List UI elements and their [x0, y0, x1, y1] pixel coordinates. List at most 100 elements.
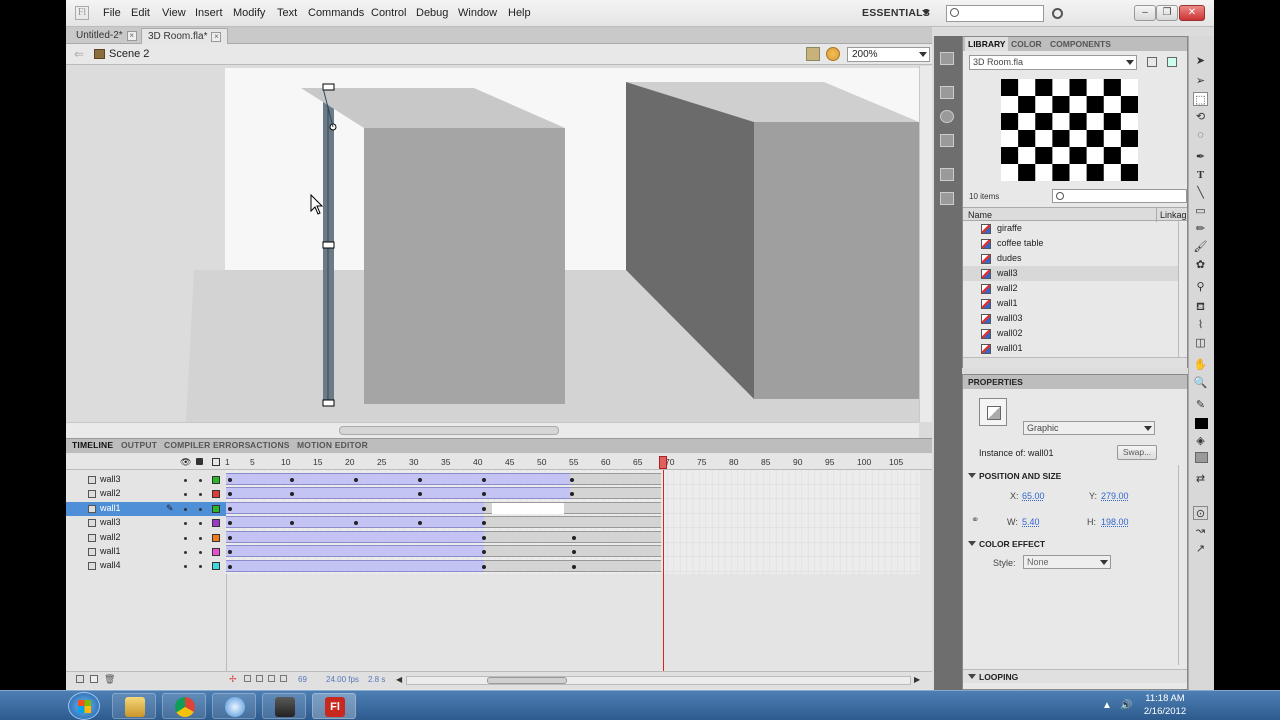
info-panel-icon[interactable]: [940, 110, 954, 123]
pin-icon[interactable]: [1147, 57, 1157, 67]
tab-motion-editor[interactable]: MOTION EDITOR: [297, 440, 368, 450]
keyframe[interactable]: [482, 478, 486, 482]
delete-icon[interactable]: 🗑: [104, 674, 115, 685]
menu-commands[interactable]: Commands: [308, 7, 364, 19]
menu-insert[interactable]: Insert: [195, 7, 223, 19]
lock-icon[interactable]: [196, 458, 203, 465]
outline-color[interactable]: [212, 534, 220, 542]
new-folder-icon[interactable]: [90, 675, 98, 683]
close-button[interactable]: ✕: [1179, 5, 1205, 21]
keyframe[interactable]: [290, 478, 294, 482]
tab-output[interactable]: OUTPUT: [121, 440, 157, 450]
workspace-switcher[interactable]: ESSENTIALS: [862, 7, 930, 19]
stage-canvas[interactable]: [66, 66, 919, 422]
taskbar-itunes[interactable]: [212, 693, 256, 719]
edit-symbols-icon[interactable]: [826, 47, 840, 61]
history-panel-icon[interactable]: [940, 168, 954, 181]
stage-vertical-scrollbar[interactable]: [919, 66, 932, 422]
motion-tween-span[interactable]: [226, 531, 484, 543]
pencil-tool-icon[interactable]: ✏: [1193, 222, 1208, 236]
keyframe[interactable]: [228, 550, 232, 554]
static-frames[interactable]: [484, 516, 661, 528]
scroll-thumb[interactable]: [339, 426, 559, 435]
eraser-tool-icon[interactable]: ◫: [1193, 336, 1208, 350]
layer-row[interactable]: wall3: [66, 516, 226, 530]
motion-tween-span[interactable]: [226, 473, 570, 485]
selected-frames[interactable]: [492, 503, 564, 514]
column-name[interactable]: Name: [968, 210, 992, 220]
stroke-color-icon[interactable]: ✎: [1193, 398, 1208, 412]
sync-icon[interactable]: [1052, 8, 1063, 19]
fill-color-icon[interactable]: ◈: [1193, 434, 1208, 448]
tab-timeline[interactable]: TIMELINE: [72, 440, 113, 450]
deco-tool-icon[interactable]: ✿: [1193, 258, 1208, 272]
help-search-input[interactable]: [946, 5, 1044, 22]
brush-tool-icon[interactable]: 🖌: [1193, 240, 1208, 254]
outline-color[interactable]: [212, 505, 220, 513]
menu-text[interactable]: Text: [277, 7, 297, 19]
restore-button[interactable]: ❐: [1156, 5, 1178, 21]
menu-help[interactable]: Help: [508, 7, 531, 19]
start-button[interactable]: [68, 692, 100, 720]
menu-edit[interactable]: Edit: [131, 7, 150, 19]
keyframe[interactable]: [482, 550, 486, 554]
modify-markers-icon[interactable]: [280, 675, 287, 682]
menu-debug[interactable]: Debug: [416, 7, 448, 19]
timeline-scrollbar[interactable]: [406, 676, 911, 685]
taskbar-chrome[interactable]: [162, 693, 206, 719]
keyframe[interactable]: [228, 565, 232, 569]
symbol-type-select[interactable]: Graphic: [1023, 421, 1155, 435]
link-icon[interactable]: ⚭: [971, 515, 979, 526]
column-linkage[interactable]: Linkag: [1156, 208, 1187, 222]
menu-window[interactable]: Window: [458, 7, 497, 19]
layer-row[interactable]: wall1: [66, 545, 226, 559]
edit-multiple-icon[interactable]: [268, 675, 275, 682]
pen-tool-icon[interactable]: ✒: [1193, 150, 1208, 164]
taskbar-media[interactable]: [262, 693, 306, 719]
new-layer-icon[interactable]: [76, 675, 84, 683]
keyframe[interactable]: [228, 478, 232, 482]
tab-compiler-errors[interactable]: COMPILER ERRORS: [164, 440, 251, 450]
motion-tween-span[interactable]: [226, 545, 484, 557]
keyframe[interactable]: [482, 536, 486, 540]
library-document-select[interactable]: 3D Room.fla: [969, 55, 1137, 70]
line-tool-icon[interactable]: ╲: [1193, 186, 1208, 200]
library-item[interactable]: wall1: [963, 296, 1178, 311]
current-frame[interactable]: 69: [298, 675, 307, 684]
outline-icon[interactable]: [212, 458, 220, 466]
rectangle-tool-icon[interactable]: ▭: [1193, 204, 1208, 218]
library-item-selected[interactable]: wall3: [963, 266, 1178, 281]
keyframe[interactable]: [228, 492, 232, 496]
edit-scene-icon[interactable]: [806, 47, 820, 61]
subselection-tool-icon[interactable]: ➢: [1193, 74, 1208, 88]
smooth-icon[interactable]: ↝: [1193, 524, 1208, 538]
components-panel-icon[interactable]: [940, 192, 954, 205]
menu-modify[interactable]: Modify: [233, 7, 265, 19]
scroll-left-icon[interactable]: ◀: [396, 675, 402, 684]
hand-tool-icon[interactable]: ✋: [1193, 358, 1208, 372]
keyframe[interactable]: [228, 536, 232, 540]
lasso-tool-icon[interactable]: ◌: [1193, 128, 1208, 142]
motion-tween-span[interactable]: [226, 487, 570, 499]
menu-file[interactable]: File: [103, 7, 121, 19]
scene-label[interactable]: Scene 2: [109, 48, 149, 60]
keyframe[interactable]: [570, 478, 574, 482]
static-frames[interactable]: [570, 487, 661, 499]
center-frame-icon[interactable]: ✢: [229, 674, 237, 685]
close-icon[interactable]: ×: [211, 32, 222, 42]
static-frames[interactable]: [570, 473, 661, 485]
layer-row[interactable]: wall2: [66, 487, 226, 501]
close-icon[interactable]: ×: [126, 31, 137, 41]
outline-color[interactable]: [212, 476, 220, 484]
keyframe[interactable]: [482, 565, 486, 569]
layer-row[interactable]: wall2: [66, 531, 226, 545]
bone-tool-icon[interactable]: ⚲: [1193, 280, 1208, 294]
onion-outline-icon[interactable]: [256, 675, 263, 682]
straighten-icon[interactable]: ↗: [1193, 542, 1208, 556]
swap-button[interactable]: Swap...: [1117, 445, 1157, 460]
library-item[interactable]: wall01: [963, 341, 1178, 356]
tab-components[interactable]: COMPONENTS: [1050, 39, 1111, 49]
stage-horizontal-scrollbar[interactable]: [66, 422, 919, 438]
stroke-color-swatch[interactable]: [1195, 418, 1208, 429]
menu-view[interactable]: View: [162, 7, 186, 19]
